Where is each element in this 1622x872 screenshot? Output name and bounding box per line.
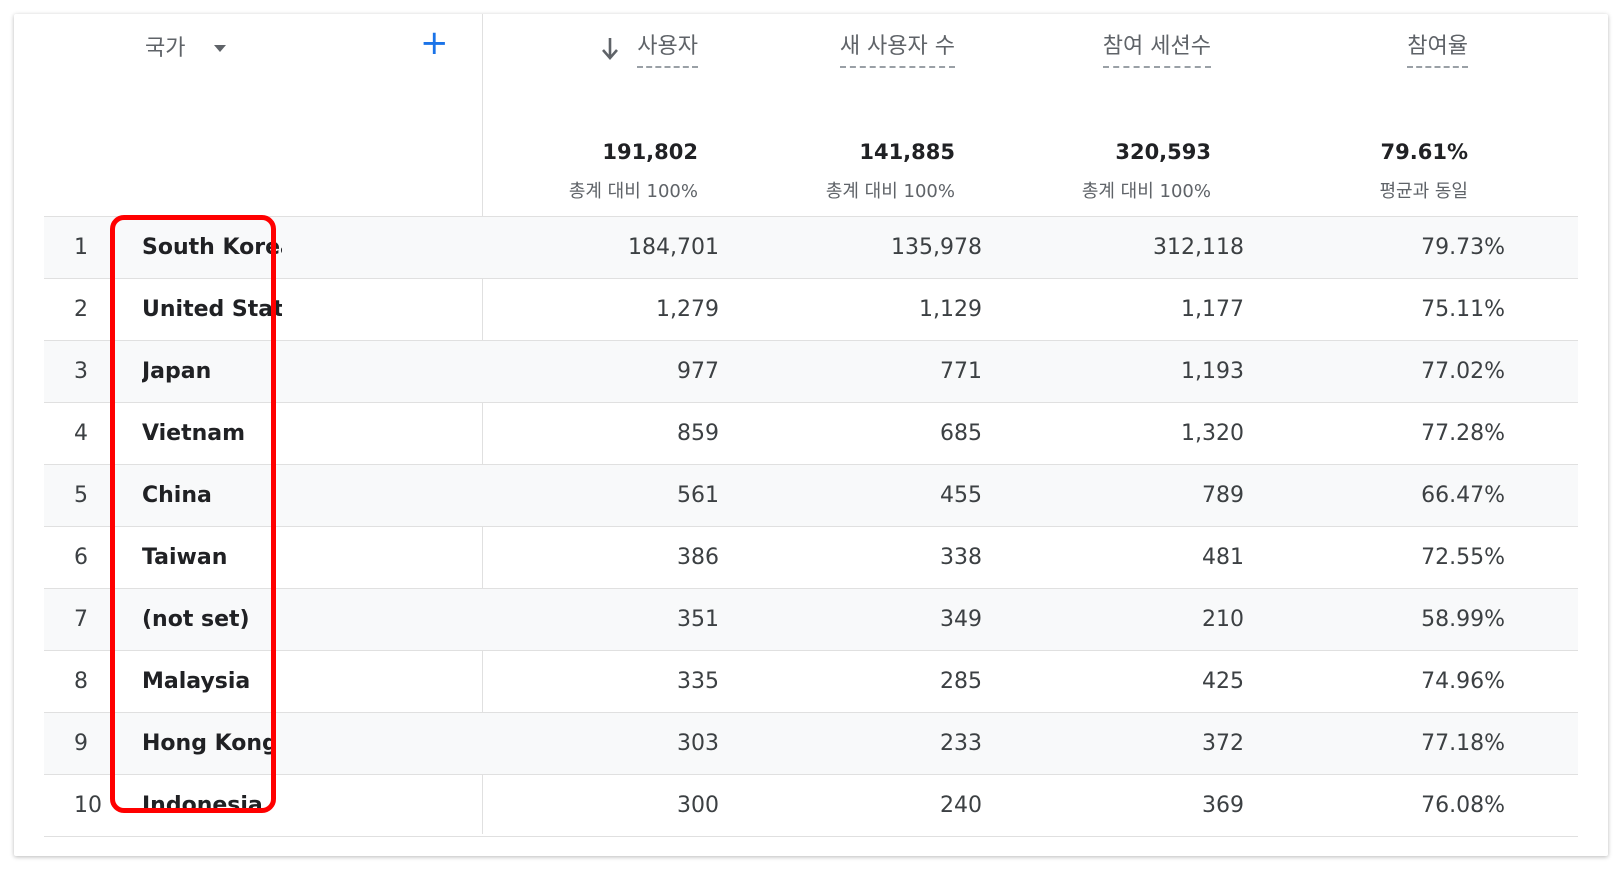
country-name[interactable]: Hong Kong — [142, 713, 282, 774]
country-name[interactable]: (not set) — [142, 589, 282, 650]
country-name[interactable]: Vietnam — [142, 403, 282, 464]
engagement-rate-value: 77.18% — [1421, 731, 1505, 756]
row-rank: 4 — [74, 421, 88, 446]
country-name[interactable]: United States — [142, 279, 282, 340]
table-row[interactable]: 7 (not set) 351 349 210 58.99% — [44, 588, 1578, 650]
table-row[interactable]: 2 United States 1,279 1,129 1,177 75.11% — [44, 278, 1578, 340]
engagement-rate-value: 76.08% — [1421, 793, 1505, 818]
country-name[interactable]: Malaysia — [142, 651, 282, 712]
engagement-rate-value: 74.96% — [1421, 669, 1505, 694]
row-rank: 7 — [74, 607, 88, 632]
country-name[interactable]: Indonesia — [142, 775, 282, 836]
row-rank: 10 — [74, 793, 102, 818]
table-row[interactable]: 9 Hong Kong 303 233 372 77.18% — [44, 712, 1578, 774]
table-row[interactable]: 1 South Korea 184,701 135,978 312,118 79… — [44, 216, 1578, 278]
column-header-engaged-sessions[interactable]: 참여 세션수 — [1102, 28, 1211, 68]
users-value: 335 — [677, 669, 719, 694]
new-users-value: 1,129 — [919, 297, 982, 322]
new-users-value: 685 — [940, 421, 982, 446]
users-value: 184,701 — [628, 235, 719, 260]
engaged-sessions-value: 789 — [1202, 483, 1244, 508]
total-engagement-rate: 79.61% — [1380, 140, 1468, 164]
country-name[interactable]: Japan — [142, 341, 282, 402]
new-users-value: 240 — [940, 793, 982, 818]
engaged-sessions-value: 425 — [1202, 669, 1244, 694]
total-users-subtitle: 총계 대비 100% — [568, 181, 698, 202]
row-rank: 1 — [74, 235, 88, 260]
engaged-sessions-value: 372 — [1202, 731, 1244, 756]
engagement-rate-value: 79.73% — [1421, 235, 1505, 260]
engagement-rate-value: 77.02% — [1421, 359, 1505, 384]
table-body: 1 South Korea 184,701 135,978 312,118 79… — [44, 216, 1578, 837]
total-engaged-sessions-subtitle: 총계 대비 100% — [1081, 181, 1211, 202]
caret-down-icon[interactable] — [214, 45, 226, 52]
total-new-users: 141,885 — [859, 140, 955, 164]
users-value: 386 — [677, 545, 719, 570]
engaged-sessions-value: 312,118 — [1153, 235, 1244, 260]
users-value: 561 — [677, 483, 719, 508]
dimension-header-label[interactable]: 국가 — [145, 30, 185, 62]
new-users-value: 455 — [940, 483, 982, 508]
row-rank: 6 — [74, 545, 88, 570]
table-row[interactable]: 3 Japan 977 771 1,193 77.02% — [44, 340, 1578, 402]
users-value: 1,279 — [656, 297, 719, 322]
row-rank: 9 — [74, 731, 88, 756]
sort-descending-icon[interactable] — [599, 36, 621, 62]
engaged-sessions-value: 1,177 — [1181, 297, 1244, 322]
engaged-sessions-value: 481 — [1202, 545, 1244, 570]
users-value: 303 — [677, 731, 719, 756]
country-name[interactable]: Taiwan — [142, 527, 282, 588]
add-dimension-button[interactable]: + — [420, 26, 449, 60]
total-users: 191,802 — [602, 140, 698, 164]
table-row[interactable]: 6 Taiwan 386 338 481 72.55% — [44, 526, 1578, 588]
table-row[interactable]: 8 Malaysia 335 285 425 74.96% — [44, 650, 1578, 712]
users-value: 859 — [677, 421, 719, 446]
table-row[interactable]: 4 Vietnam 859 685 1,320 77.28% — [44, 402, 1578, 464]
engagement-rate-value: 77.28% — [1421, 421, 1505, 446]
row-rank: 3 — [74, 359, 88, 384]
new-users-value: 338 — [940, 545, 982, 570]
column-header-users[interactable]: 사용자 — [637, 28, 698, 68]
users-value: 351 — [677, 607, 719, 632]
users-value: 300 — [677, 793, 719, 818]
total-new-users-subtitle: 총계 대비 100% — [825, 181, 955, 202]
new-users-value: 349 — [940, 607, 982, 632]
engaged-sessions-value: 210 — [1202, 607, 1244, 632]
country-name[interactable]: South Korea — [142, 217, 282, 278]
engaged-sessions-value: 1,193 — [1181, 359, 1244, 384]
column-header-engagement-rate[interactable]: 참여율 — [1407, 28, 1468, 68]
new-users-value: 771 — [940, 359, 982, 384]
country-name[interactable]: China — [142, 465, 282, 526]
users-value: 977 — [677, 359, 719, 384]
row-rank: 2 — [74, 297, 88, 322]
total-engagement-rate-subtitle: 평균과 동일 — [1379, 181, 1468, 202]
engagement-rate-value: 66.47% — [1421, 483, 1505, 508]
new-users-value: 135,978 — [891, 235, 982, 260]
engagement-rate-value: 58.99% — [1421, 607, 1505, 632]
engaged-sessions-value: 1,320 — [1181, 421, 1244, 446]
new-users-value: 285 — [940, 669, 982, 694]
row-rank: 5 — [74, 483, 88, 508]
row-rank: 8 — [74, 669, 88, 694]
engagement-rate-value: 75.11% — [1421, 297, 1505, 322]
column-header-new-users[interactable]: 새 사용자 수 — [839, 28, 955, 68]
total-engaged-sessions: 320,593 — [1115, 140, 1211, 164]
engaged-sessions-value: 369 — [1202, 793, 1244, 818]
table-row[interactable]: 10 Indonesia 300 240 369 76.08% — [44, 774, 1578, 837]
engagement-rate-value: 72.55% — [1421, 545, 1505, 570]
table-row[interactable]: 5 China 561 455 789 66.47% — [44, 464, 1578, 526]
new-users-value: 233 — [940, 731, 982, 756]
